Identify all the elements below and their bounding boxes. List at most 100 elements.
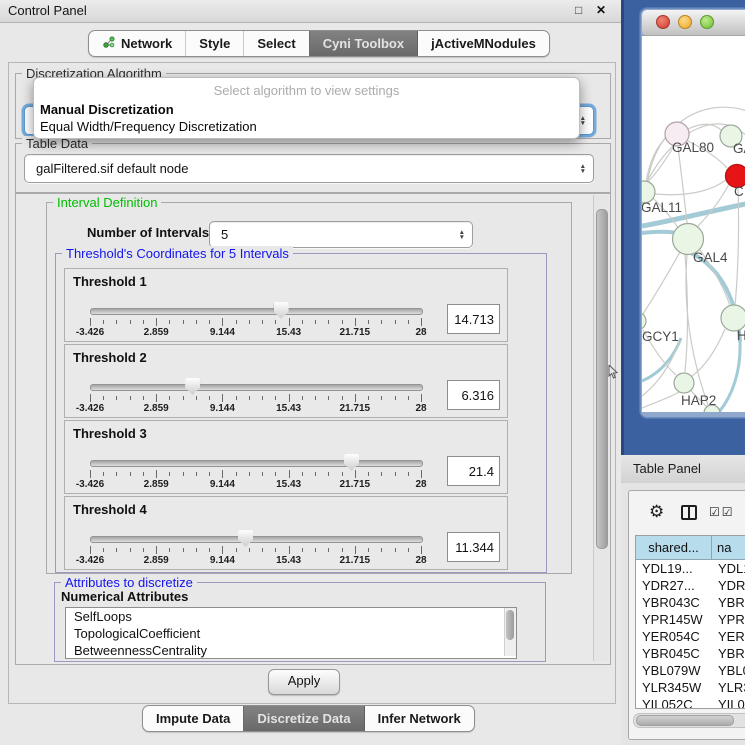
tab-infer-network[interactable]: Infer Network: [364, 706, 474, 731]
slider-thumb[interactable]: [274, 302, 289, 319]
table-horizontal-scrollbar[interactable]: [633, 713, 745, 728]
control-panel-titlebar: Control Panel □ ✕: [0, 0, 621, 23]
dropdown-option-equal-width-frequency[interactable]: Equal Width/Frequency Discretization: [40, 119, 257, 134]
slider-track[interactable]: [90, 460, 423, 467]
threshold-slider[interactable]: -3.4262.8599.14415.4321.71528: [90, 301, 421, 339]
table-row[interactable]: YPR145WYPR1: [636, 611, 745, 628]
table-row[interactable]: YLR345WYLR3: [636, 679, 745, 696]
threshold-slider[interactable]: -3.4262.8599.14415.4321.71528: [90, 453, 421, 491]
slider-track[interactable]: [90, 308, 423, 315]
tab-label: Network: [121, 36, 172, 51]
group-label: Threshold's Coordinates for 5 Intervals: [62, 246, 293, 261]
slider-thumb[interactable]: [185, 378, 200, 395]
top-tab-bar: Network Style Select Cyni Toolbox jActiv…: [88, 30, 550, 57]
numerical-attributes-label: Numerical Attributes: [61, 589, 188, 604]
window-close-button[interactable]: [657, 16, 670, 29]
num-intervals-label: Number of Intervals: [87, 225, 209, 240]
node-label-gcy1: GCY1: [642, 329, 679, 344]
slider-track[interactable]: [90, 536, 423, 543]
window-zoom-button[interactable]: [701, 16, 714, 29]
slider-thumb[interactable]: [238, 530, 253, 547]
thresholds-group: Threshold's Coordinates for 5 Intervals …: [55, 253, 547, 573]
table-panel-title: Table Panel: [633, 461, 701, 476]
close-icon[interactable]: ✕: [596, 3, 606, 17]
node-hap2[interactable]: [674, 373, 694, 393]
spinner-arrows-icon: ▲▼: [459, 230, 465, 240]
table-row[interactable]: YDR27...YDR2: [636, 577, 745, 594]
scrollbar-thumb[interactable]: [506, 610, 514, 640]
scrollbar-thumb[interactable]: [636, 715, 734, 726]
split-view-icon[interactable]: [681, 505, 697, 520]
threshold-panel-2: Threshold 2 -3.4262.8599.14415.4321.7152…: [64, 344, 508, 418]
float-window-icon[interactable]: □: [575, 3, 582, 17]
tab-select[interactable]: Select: [243, 31, 308, 56]
slider-tick-labels: -3.4262.8599.14415.4321.71528: [90, 403, 421, 415]
window-minimize-button[interactable]: [679, 16, 692, 29]
threshold-label: Threshold 3: [73, 426, 147, 441]
attributes-list: SelfLoops TopologicalCoefficient Between…: [65, 607, 517, 659]
table-card: ⚙ ☑☑ shared... na YDL19...YDL1 YDR27...Y…: [628, 490, 745, 740]
dropdown-arrows-icon: ▲▼: [580, 164, 586, 174]
threshold-label: Threshold 2: [73, 350, 147, 365]
threshold-value-field[interactable]: [447, 380, 500, 410]
right-region: GAL80 GAL C GAL11 GAL4 GCY1 H HAP2 Table…: [621, 0, 745, 745]
apply-button[interactable]: Apply: [268, 669, 340, 695]
checkbox-icons[interactable]: ☑☑: [709, 505, 735, 519]
threshold-slider[interactable]: -3.4262.8599.14415.4321.71528: [90, 529, 421, 567]
slider-ticks: [90, 318, 421, 327]
tab-discretize-data[interactable]: Discretize Data: [243, 706, 363, 731]
list-item[interactable]: SelfLoops: [66, 608, 516, 625]
scrollbar-thumb[interactable]: [596, 209, 608, 549]
table-row[interactable]: YDL19...YDL1: [636, 560, 745, 577]
num-intervals-spinner[interactable]: 5 ▲▼: [209, 221, 473, 248]
table-panel-titlebar: Table Panel: [621, 455, 745, 484]
threshold-value-field[interactable]: [447, 304, 500, 334]
group-label: Interval Definition: [53, 195, 161, 210]
column-header-name[interactable]: na: [712, 536, 745, 559]
node-label-gal: GAL: [733, 141, 745, 156]
tab-label: Impute Data: [156, 711, 230, 726]
slider-tick-labels: -3.4262.8599.14415.4321.71528: [90, 555, 421, 567]
gear-icon[interactable]: ⚙: [649, 502, 664, 522]
bottom-tab-bar: Impute Data Discretize Data Infer Networ…: [142, 705, 475, 732]
tab-cyni-toolbox[interactable]: Cyni Toolbox: [309, 31, 417, 56]
mouse-cursor-icon: [608, 365, 620, 379]
node-table: shared... na YDL19...YDL1 YDR27...YDR2 Y…: [635, 535, 745, 709]
list-item[interactable]: TopologicalCoefficient: [66, 625, 516, 642]
slider-tick-labels: -3.4262.8599.14415.4321.71528: [90, 479, 421, 491]
column-header-shared[interactable]: shared...: [636, 536, 712, 559]
threshold-slider[interactable]: -3.4262.8599.14415.4321.71528: [90, 377, 421, 415]
table-row[interactable]: YER054CYER0: [636, 628, 745, 645]
threshold-value-field[interactable]: [447, 532, 500, 562]
list-item[interactable]: BetweennessCentrality: [66, 642, 516, 659]
node-label-h: H: [737, 328, 745, 343]
slider-ticks: [90, 394, 421, 403]
dropdown-option-manual-discretization[interactable]: Manual Discretization: [40, 102, 174, 117]
tab-network[interactable]: Network: [89, 31, 185, 56]
tab-label: Discretize Data: [257, 711, 350, 726]
settings-scrollbar[interactable]: [593, 195, 609, 661]
network-view-window[interactable]: GAL80 GAL C GAL11 GAL4 GCY1 H HAP2: [621, 0, 745, 455]
table-row[interactable]: YBR043CYBR0: [636, 594, 745, 611]
dropdown-arrows-icon: ▲▼: [580, 116, 586, 126]
settings-scrollpane: Interval Definition Number of Intervals …: [15, 193, 611, 665]
threshold-value-field[interactable]: [447, 456, 500, 486]
node-label-gal11: GAL11: [641, 200, 682, 215]
tab-impute-data[interactable]: Impute Data: [143, 706, 243, 731]
slider-thumb[interactable]: [344, 454, 359, 471]
table-data-dropdown[interactable]: galFiltered.sif default node ▲▼: [24, 154, 594, 183]
slider-track[interactable]: [90, 384, 423, 391]
tab-style[interactable]: Style: [185, 31, 243, 56]
table-row[interactable]: YIL052CYIL0: [636, 696, 745, 709]
table-row[interactable]: YBL079WYBL0: [636, 662, 745, 679]
tab-label: Infer Network: [378, 711, 461, 726]
node-label-c: C: [734, 184, 744, 199]
slider-ticks: [90, 546, 421, 555]
tab-jactivemnodules[interactable]: jActiveMNodules: [417, 31, 549, 56]
dropdown-value: galFiltered.sif default node: [25, 161, 580, 176]
threshold-label: Threshold 4: [73, 502, 147, 517]
dropdown-placeholder: Select algorithm to view settings: [34, 83, 579, 98]
list-scrollbar[interactable]: [504, 608, 516, 656]
table-row[interactable]: YBR045CYBR0: [636, 645, 745, 662]
panel-title: Control Panel: [8, 3, 87, 18]
